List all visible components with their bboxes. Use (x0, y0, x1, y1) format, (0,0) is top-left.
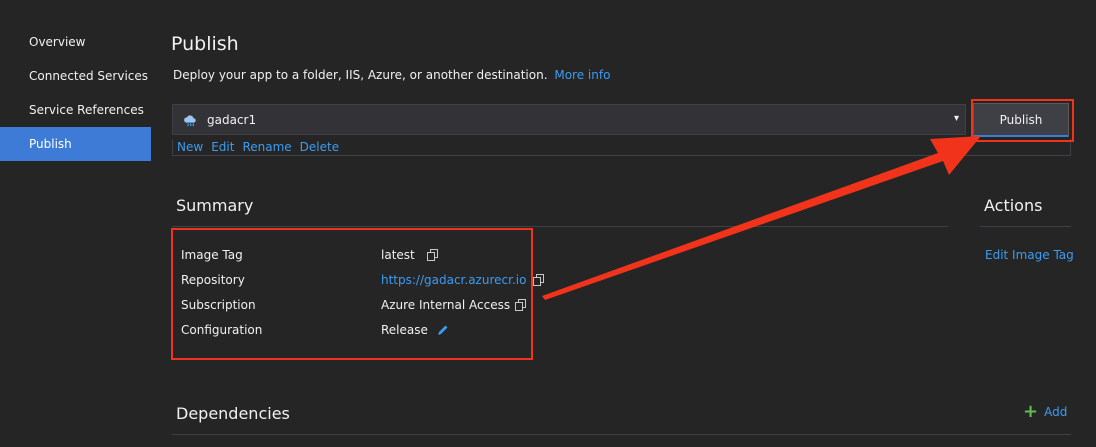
sidebar: Overview Connected Services Service Refe… (0, 0, 151, 447)
add-label: Add (1044, 405, 1068, 419)
summary-divider (172, 226, 948, 227)
subscription-value: Azure Internal Access (381, 298, 511, 312)
edit-image-tag-link[interactable]: Edit Image Tag (985, 248, 1074, 262)
sidebar-nav: Overview Connected Services Service Refe… (0, 25, 151, 161)
subtitle-text: Deploy your app to a folder, IIS, Azure,… (173, 68, 548, 82)
image-tag-label: Image Tag (181, 248, 243, 262)
sidebar-item-service-references[interactable]: Service References (0, 93, 151, 127)
main-content: Publish Deploy your app to a folder, IIS… (151, 0, 1096, 447)
actions-title: Actions (984, 196, 1043, 215)
page-subtitle: Deploy your app to a folder, IIS, Azure,… (173, 68, 610, 82)
repository-label: Repository (181, 273, 245, 287)
dependencies-divider (172, 434, 1071, 435)
edit-profile-link[interactable]: Edit (211, 140, 234, 154)
pencil-icon[interactable] (437, 324, 449, 336)
repository-link[interactable]: https://gadacr.azurecr.io (381, 273, 526, 287)
actions-divider (980, 226, 1071, 227)
publish-button-highlight (971, 99, 1074, 142)
subscription-label: Subscription (181, 298, 256, 312)
plus-icon: + (1023, 401, 1039, 422)
rename-profile-link[interactable]: Rename (242, 140, 291, 154)
profile-actions: New Edit Rename Delete (172, 139, 1071, 156)
page-title: Publish (171, 33, 239, 55)
chevron-down-icon: ▾ (953, 113, 959, 124)
configuration-label: Configuration (181, 323, 263, 337)
image-tag-value: latest (381, 248, 415, 262)
add-dependency-button[interactable]: + Add (1023, 401, 1068, 422)
selected-profile: gadacr1 (207, 112, 257, 127)
new-profile-link[interactable]: New (177, 140, 203, 154)
sidebar-item-connected-services[interactable]: Connected Services (0, 59, 151, 93)
cloud-icon (184, 114, 196, 126)
delete-profile-link[interactable]: Delete (300, 140, 339, 154)
sidebar-item-publish[interactable]: Publish (0, 127, 151, 161)
summary-title: Summary (176, 196, 254, 215)
sidebar-item-overview[interactable]: Overview (0, 25, 151, 59)
copy-icon[interactable] (533, 274, 545, 286)
dependencies-title: Dependencies (176, 404, 290, 423)
configuration-value: Release (381, 323, 428, 337)
more-info-link[interactable]: More info (554, 68, 610, 82)
summary-row-subscription: Subscription Azure Internal Access (181, 298, 526, 318)
summary-row-image-tag: Image Tag latest (181, 248, 438, 268)
copy-icon[interactable] (515, 299, 527, 311)
copy-icon[interactable] (427, 249, 439, 261)
publish-profile-dropdown[interactable]: gadacr1 ▾ (172, 104, 966, 135)
summary-row-repository: Repository https://gadacr.azurecr.io (181, 273, 544, 293)
summary-row-configuration: Configuration Release (181, 323, 448, 343)
